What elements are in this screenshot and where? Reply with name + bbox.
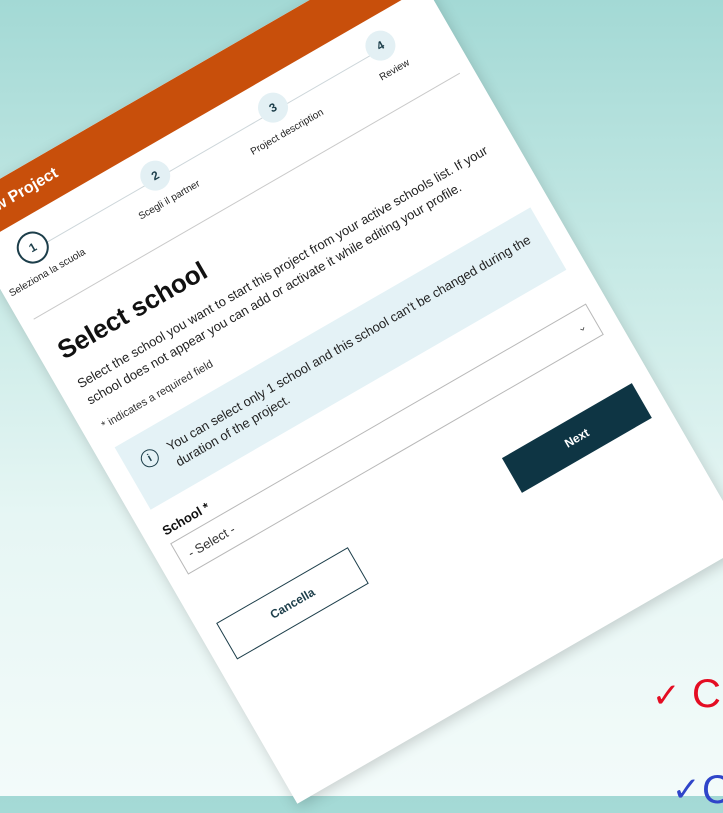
cancel-button[interactable]: Cancella <box>216 547 369 660</box>
blue-letter: C <box>702 768 723 812</box>
info-icon: i <box>137 445 163 471</box>
step-number: 1 <box>10 225 55 270</box>
step-number: 2 <box>134 155 176 197</box>
new-project-dialog: New Project 1 Seleziona la scuola 2 Sceg… <box>0 0 723 804</box>
next-button[interactable]: Next <box>501 383 652 493</box>
red-letter: C <box>692 672 721 716</box>
chevron-down-icon: ⌄ <box>574 319 589 335</box>
step-number: 3 <box>252 87 294 129</box>
step-number: 4 <box>359 25 401 67</box>
blue-check-icon: ✓ <box>672 770 701 810</box>
school-select-value: - Select - <box>184 521 238 561</box>
red-check-icon: ✓ <box>652 676 681 716</box>
